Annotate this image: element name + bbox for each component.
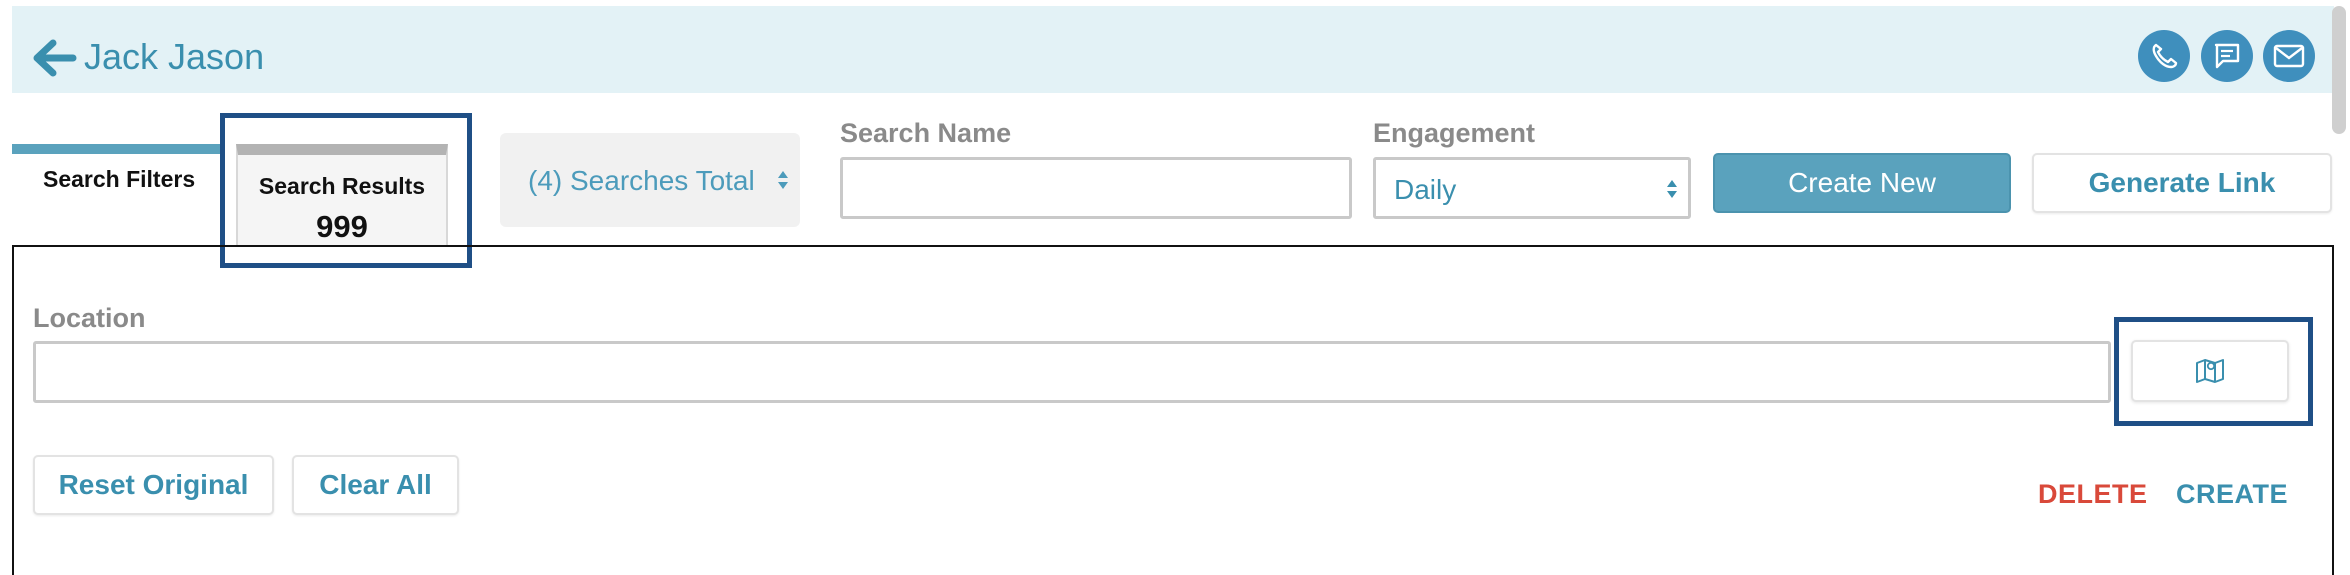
select-caret-icon bbox=[1667, 180, 1677, 198]
back-arrow-icon[interactable] bbox=[33, 39, 77, 77]
clear-all-button[interactable]: Clear All bbox=[292, 455, 459, 515]
search-name-label: Search Name bbox=[840, 118, 1012, 148]
searches-total-label: (4) Searches Total bbox=[528, 165, 755, 196]
sort-caret-icon bbox=[778, 171, 788, 189]
generate-link-button[interactable]: Generate Link bbox=[2032, 153, 2332, 213]
highlight-box bbox=[2114, 317, 2313, 426]
active-tab-indicator bbox=[12, 144, 224, 154]
delete-button[interactable]: DELETE bbox=[2038, 479, 2148, 510]
tab-search-filters[interactable]: Search Filters bbox=[12, 154, 224, 246]
scrollbar[interactable] bbox=[2332, 6, 2346, 134]
create-button[interactable]: CREATE bbox=[2176, 479, 2288, 510]
phone-icon[interactable] bbox=[2138, 30, 2190, 82]
create-new-button[interactable]: Create New bbox=[1713, 153, 2011, 213]
location-input[interactable] bbox=[33, 341, 2111, 403]
location-label: Location bbox=[33, 303, 146, 333]
engagement-label: Engagement bbox=[1373, 118, 1536, 148]
page-header: Jack Jason bbox=[12, 6, 2334, 93]
tab-label: Search Filters bbox=[43, 166, 196, 192]
engagement-selected: Daily bbox=[1394, 174, 1457, 205]
engagement-select[interactable]: Daily bbox=[1373, 157, 1691, 219]
chat-icon[interactable] bbox=[2201, 30, 2253, 82]
reset-original-button[interactable]: Reset Original bbox=[33, 455, 274, 515]
filters-panel bbox=[12, 245, 2334, 575]
search-name-input[interactable] bbox=[840, 157, 1352, 219]
page-title: Jack Jason bbox=[84, 36, 265, 77]
searches-total-dropdown[interactable]: (4) Searches Total bbox=[500, 133, 800, 227]
mail-icon[interactable] bbox=[2263, 30, 2315, 82]
